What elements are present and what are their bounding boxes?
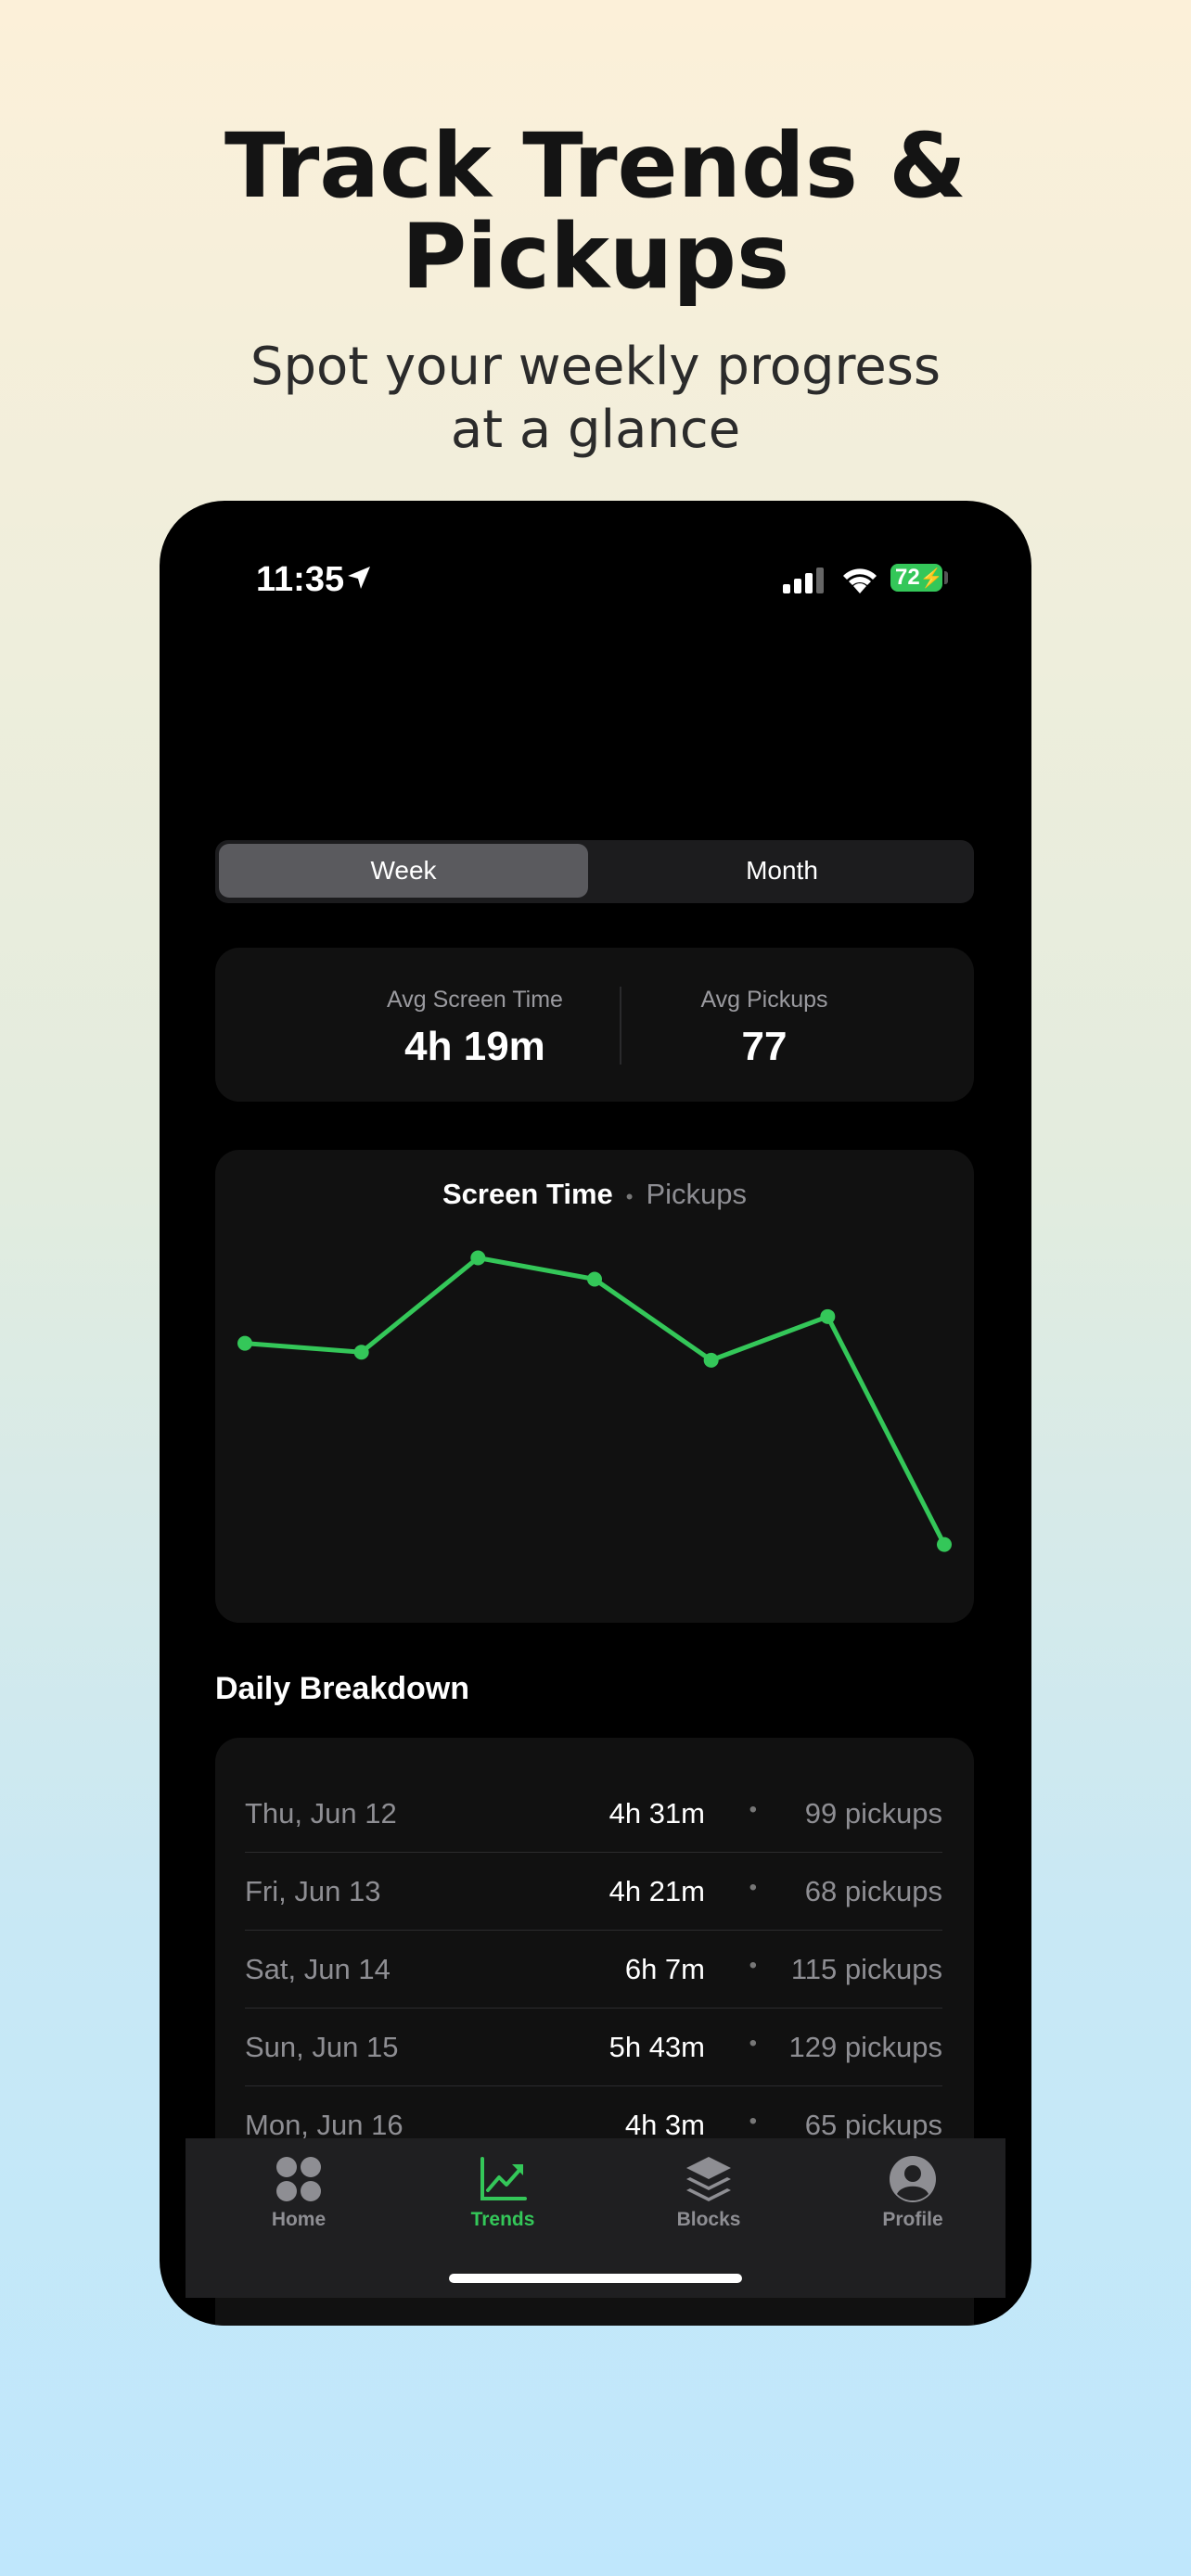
list-item[interactable]: Sat, Jun 14 6h 7m • 115 pickups	[245, 1931, 942, 2009]
tab-home[interactable]: Home	[224, 2155, 373, 2231]
hero-subtitle: Spot your weekly progress at a glance	[0, 336, 1191, 462]
row-screen-time: 4h 3m	[624, 2109, 705, 2141]
period-segmented-control: Week Month	[215, 840, 974, 903]
daily-breakdown-title: Daily Breakdown	[215, 1671, 469, 1706]
list-item[interactable]: Sun, Jun 15 5h 43m • 129 pickups	[245, 2009, 942, 2086]
row-date: Fri, Jun 13	[245, 1875, 381, 1907]
row-screen-time: 4h 31m	[608, 1797, 705, 1830]
status-time: 11:35	[256, 560, 345, 599]
row-date: Thu, Jun 12	[245, 1797, 397, 1830]
row-pickups: 68 pickups	[804, 1875, 942, 1907]
tab-blocks[interactable]: Blocks	[634, 2155, 783, 2231]
list-item[interactable]: Thu, Jun 12 4h 31m • 99 pickups	[245, 1775, 942, 1853]
hero-title: Track Trends & Pickups	[0, 121, 1191, 302]
avg-pickups-value: 77	[741, 1024, 788, 1069]
hero-subtitle-line1: Spot your weekly progress	[250, 337, 941, 397]
data-point-4[interactable]	[587, 1271, 602, 1287]
row-separator: •	[749, 2031, 757, 2056]
row-pickups: 115 pickups	[790, 1953, 942, 1985]
screen-time-line-chart	[237, 1250, 952, 1552]
data-point-7[interactable]	[937, 1537, 952, 1552]
segment-week[interactable]: Week	[219, 844, 588, 898]
data-point-6[interactable]	[820, 1308, 836, 1324]
row-separator: •	[749, 2109, 757, 2134]
charging-bolt-icon: ⚡	[919, 568, 943, 589]
person-circle-icon	[890, 2156, 936, 2202]
battery-icon: 72⚡	[890, 564, 943, 592]
hero-title-line2: Pickups	[401, 205, 790, 309]
row-screen-time: 4h 21m	[608, 1875, 705, 1907]
avg-screen-time-label: Avg Screen Time	[387, 987, 563, 1013]
stack-layers-icon	[686, 2157, 731, 2201]
trend-chart-icon	[480, 2157, 527, 2200]
screen-time-series-line	[244, 1255, 947, 1546]
row-pickups: 129 pickups	[788, 2031, 942, 2063]
list-item[interactable]: Fri, Jun 13 4h 21m • 68 pickups	[245, 1853, 942, 1931]
row-screen-time: 6h 7m	[624, 1953, 705, 1985]
avg-screen-time-value: 4h 19m	[404, 1024, 545, 1069]
wifi-icon	[843, 568, 877, 593]
tab-trends[interactable]: Trends	[429, 2155, 577, 2231]
row-separator: •	[749, 1875, 757, 1900]
row-pickups: 65 pickups	[804, 2109, 942, 2141]
hero-title-line1: Track Trends &	[224, 114, 967, 218]
tab-home-label: Home	[271, 2209, 327, 2230]
grid-dots-icon	[276, 2157, 321, 2201]
row-date: Sat, Jun 14	[245, 1953, 391, 1985]
phone-screen: 11:35 72⚡ Week Month Avg Screen Time 4h …	[160, 501, 1031, 2326]
row-pickups: 99 pickups	[804, 1797, 942, 1830]
row-separator: •	[749, 1797, 757, 1822]
row-separator: •	[749, 1953, 757, 1978]
battery-level: 72	[895, 565, 920, 590]
averages-card: Avg Screen Time 4h 19m Avg Pickups 77	[215, 948, 974, 1102]
data-point-3[interactable]	[470, 1250, 486, 1266]
tab-trends-label: Trends	[470, 2209, 535, 2230]
data-point-5[interactable]	[703, 1352, 719, 1368]
stats-divider	[620, 987, 621, 1065]
tab-profile-label: Profile	[882, 2209, 943, 2230]
row-screen-time: 5h 43m	[608, 2031, 705, 2063]
segment-month[interactable]: Month	[597, 844, 967, 898]
avg-pickups-label: Avg Pickups	[700, 987, 828, 1013]
location-arrow-icon	[348, 567, 370, 589]
row-date: Sun, Jun 15	[245, 2031, 399, 2063]
tab-blocks-label: Blocks	[676, 2209, 741, 2230]
hero-subtitle-line2: at a glance	[450, 400, 741, 460]
battery-cap	[944, 571, 948, 584]
cellular-signal-icon	[783, 567, 824, 593]
data-point-2[interactable]	[353, 1345, 369, 1360]
home-indicator	[449, 2274, 742, 2283]
tab-profile[interactable]: Profile	[839, 2155, 987, 2231]
data-point-1[interactable]	[237, 1335, 252, 1351]
row-date: Mon, Jun 16	[245, 2109, 403, 2141]
trend-chart-card: Screen Time • Pickups	[215, 1150, 974, 1623]
